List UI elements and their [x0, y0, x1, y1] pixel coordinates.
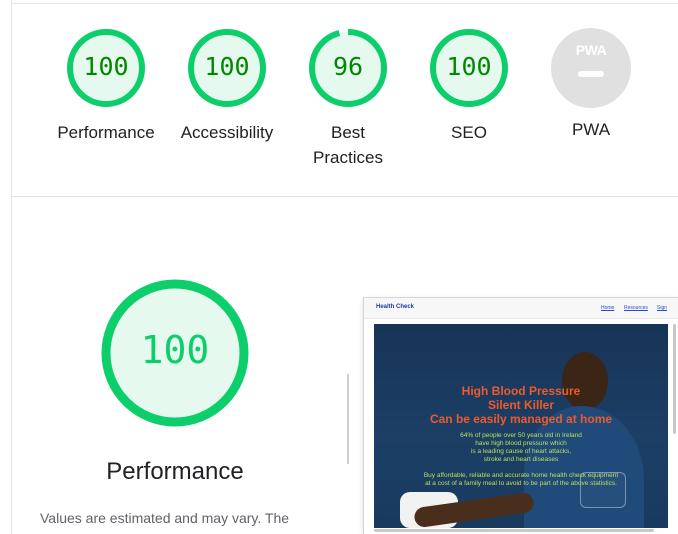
- hero-headline-2: Silent Killer: [487, 398, 555, 412]
- thumbnail-link-resources: Resources: [624, 305, 648, 311]
- thumbnail-link-home: Home: [601, 305, 615, 311]
- hero-body-6: at a cost of a family meal to avoid to b…: [425, 480, 617, 487]
- gauge-seo[interactable]: 100 SEO: [429, 28, 509, 142]
- performance-score-large: 100: [140, 328, 210, 372]
- report-frame-left: [11, 0, 12, 534]
- hero-body-5: Buy affordable, reliable and accurate ho…: [423, 472, 619, 479]
- gauge-label: SEO: [451, 123, 487, 142]
- pwa-icon: PWA: [575, 42, 607, 58]
- hero-body-2: have high blood pressure which: [475, 440, 567, 447]
- performance-gauge-large: 100: [100, 278, 250, 428]
- thumbnail-navbar: Health Check Home Resources Sign: [364, 298, 678, 319]
- thumbnail-scrollbar-vertical: [673, 324, 676, 434]
- performance-description: Values are estimated and may vary. The: [40, 510, 290, 526]
- thumbnail-scrollbar-horizontal: [374, 529, 654, 532]
- thumbnail-hero: High Blood Pressure Silent Killer Can be…: [374, 324, 668, 528]
- section-divider: [11, 196, 678, 197]
- gauge-score: 96: [332, 52, 364, 81]
- hero-body-3: is a leading cause of heart attacks,: [470, 448, 572, 455]
- performance-title: Performance: [106, 458, 244, 485]
- thumbnail-link-sign: Sign: [657, 305, 668, 311]
- hero-headline-1: High Blood Pressure: [461, 384, 581, 398]
- gauge-score: 100: [83, 52, 129, 81]
- gauge-score: 100: [446, 52, 492, 81]
- hero-body-4: stroke and heart diseases: [483, 456, 559, 463]
- hero-body-1: 64% of people over 50 years old in Irela…: [460, 432, 582, 439]
- pwa-badge[interactable]: PWA: [551, 28, 631, 108]
- gauge-label: Performance: [57, 123, 155, 142]
- gauge-label: Best Practices: [313, 123, 383, 167]
- gauge-score: 100: [204, 52, 250, 81]
- pwa-label: PWA: [571, 120, 611, 139]
- hero-headline-3: Can be easily managed at home: [429, 412, 613, 426]
- final-screenshot-thumbnail[interactable]: Health Check Home Resources Sign High Bl…: [364, 298, 678, 534]
- gauge-accessibility[interactable]: 100 Accessibility: [181, 28, 273, 142]
- thumbnail-brand: Health Check: [376, 304, 415, 310]
- gauge-best-practices[interactable]: 96 Best Practices: [308, 28, 388, 167]
- column-separator: [347, 374, 349, 464]
- report-frame-top: [11, 3, 678, 4]
- gauge-label: Accessibility: [180, 123, 274, 142]
- gauge-performance[interactable]: 100 Performance: [57, 28, 155, 142]
- pwa-dash-icon: [578, 71, 604, 77]
